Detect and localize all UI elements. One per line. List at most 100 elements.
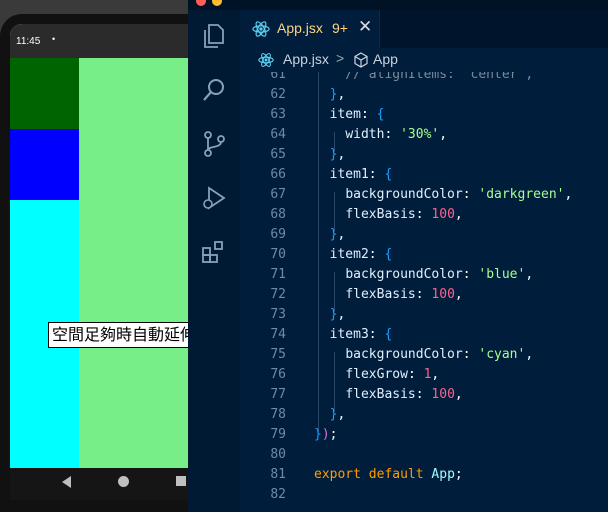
line-number: 63 (270, 107, 286, 122)
line-number: 71 (270, 267, 286, 282)
item2-blue-box (10, 129, 79, 200)
code-line[interactable]: 68 flexBasis: 100, (240, 205, 608, 225)
code-text: }, (329, 407, 346, 422)
code-line[interactable]: 61 // alignItems: 'center', (240, 72, 608, 85)
code-text: }, (329, 227, 346, 242)
notification-dot: • (52, 34, 56, 44)
extensions-icon[interactable] (200, 238, 228, 266)
status-bar: 11:45 • (10, 24, 190, 58)
code-line[interactable]: 79}); (240, 425, 608, 445)
react-icon (258, 53, 274, 67)
close-tab-icon[interactable]: ✕ (358, 17, 372, 37)
phone-screen: 11:45 • (10, 24, 190, 468)
code-text: item3: { (329, 327, 393, 342)
symbol-cube-icon (354, 52, 368, 68)
code-line[interactable]: 71 backgroundColor: 'blue', (240, 265, 608, 285)
line-number: 76 (270, 367, 286, 382)
back-icon[interactable] (62, 476, 71, 488)
code-line[interactable]: 64 width: '30%', (240, 125, 608, 145)
code-text: }, (329, 307, 346, 322)
code-line[interactable]: 67 backgroundColor: 'darkgreen', (240, 185, 608, 205)
line-number: 73 (270, 307, 286, 322)
code-text: }, (329, 147, 346, 162)
line-number: 82 (270, 487, 286, 502)
line-number: 67 (270, 187, 286, 202)
problems-badge: 9+ (332, 20, 348, 36)
explorer-icon[interactable] (200, 22, 228, 50)
code-text: flexGrow: 1, (345, 367, 440, 382)
run-debug-icon[interactable] (200, 184, 228, 212)
line-number: 75 (270, 347, 286, 362)
code-text: }); (314, 427, 338, 442)
code-text: backgroundColor: 'cyan', (345, 347, 534, 362)
line-number: 64 (270, 127, 286, 142)
code-text: width: '30%', (345, 127, 448, 142)
code-text: item2: { (329, 247, 393, 262)
code-line[interactable]: 75 backgroundColor: 'cyan', (240, 345, 608, 365)
home-icon[interactable] (118, 476, 129, 487)
code-line[interactable]: 65 }, (240, 145, 608, 165)
tab-filename: App.jsx (277, 20, 323, 36)
line-number: 66 (270, 167, 286, 182)
code-line[interactable]: 72 flexBasis: 100, (240, 285, 608, 305)
code-line[interactable]: 63 item: { (240, 105, 608, 125)
code-line[interactable]: 82 (240, 485, 608, 505)
vscode-window: App.jsx 9+ ✕ App.jsx > App 61 // alignIt… (188, 0, 608, 512)
react-icon (252, 21, 270, 37)
editor-tab-bar: App.jsx 9+ ✕ (240, 10, 608, 48)
code-line[interactable]: 77 flexBasis: 100, (240, 385, 608, 405)
line-number: 74 (270, 327, 286, 342)
code-text: // alignItems: 'center', (314, 72, 534, 82)
code-text: backgroundColor: 'darkgreen', (345, 187, 573, 202)
code-text: }, (329, 87, 346, 102)
line-number: 79 (270, 427, 286, 442)
code-text: item1: { (329, 167, 393, 182)
breadcrumb-separator: > (336, 50, 345, 66)
source-control-icon[interactable] (200, 130, 228, 158)
code-line[interactable]: 81 export default App; (240, 465, 608, 485)
code-text: flexBasis: 100, (345, 387, 463, 402)
line-number: 65 (270, 147, 286, 162)
tab-app-jsx[interactable]: App.jsx 9+ ✕ (240, 10, 380, 48)
line-number: 70 (270, 247, 286, 262)
line-number: 62 (270, 87, 286, 102)
code-line[interactable]: 78 }, (240, 405, 608, 425)
code-text: flexBasis: 100, (345, 287, 463, 302)
code-line[interactable]: 69 }, (240, 225, 608, 245)
line-number: 78 (270, 407, 286, 422)
line-number: 81 (270, 467, 286, 482)
search-icon[interactable] (200, 76, 228, 104)
close-window-button[interactable] (196, 0, 206, 6)
code-line[interactable]: 76 flexGrow: 1, (240, 365, 608, 385)
android-nav-bar (10, 468, 190, 500)
android-emulator: 11:45 • (0, 0, 190, 512)
line-number: 77 (270, 387, 286, 402)
app-label-text: 空間足夠時自動延伸 (48, 322, 201, 348)
item1-darkgreen-box (10, 58, 79, 129)
recents-icon[interactable] (176, 476, 186, 486)
code-line[interactable]: 66 item1: { (240, 165, 608, 185)
code-line[interactable]: 70 item2: { (240, 245, 608, 265)
code-line[interactable]: 80 (240, 445, 608, 465)
line-number: 69 (270, 227, 286, 242)
code-line[interactable]: 73 }, (240, 305, 608, 325)
breadcrumb-symbol[interactable]: App (373, 51, 398, 67)
code-editor[interactable]: 61 // alignItems: 'center', 62 }, 63 item:… (240, 72, 608, 512)
breadcrumb-file[interactable]: App.jsx (283, 51, 329, 67)
line-number: 80 (270, 447, 286, 462)
code-text: export default App; (314, 467, 463, 482)
status-time: 11:45 (16, 36, 41, 47)
code-text: flexBasis: 100, (345, 207, 463, 222)
activity-bar (188, 10, 240, 512)
line-number: 61 (270, 72, 286, 82)
code-text: backgroundColor: 'blue', (345, 267, 534, 282)
title-strip (188, 0, 608, 10)
line-number: 72 (270, 287, 286, 302)
code-line[interactable]: 62 }, (240, 85, 608, 105)
code-line[interactable]: 74 item3: { (240, 325, 608, 345)
code-text: item: { (329, 107, 385, 122)
flex-container (10, 58, 190, 468)
breadcrumb: App.jsx > App (240, 48, 608, 72)
line-number: 68 (270, 207, 286, 222)
minimize-window-button[interactable] (212, 0, 222, 6)
